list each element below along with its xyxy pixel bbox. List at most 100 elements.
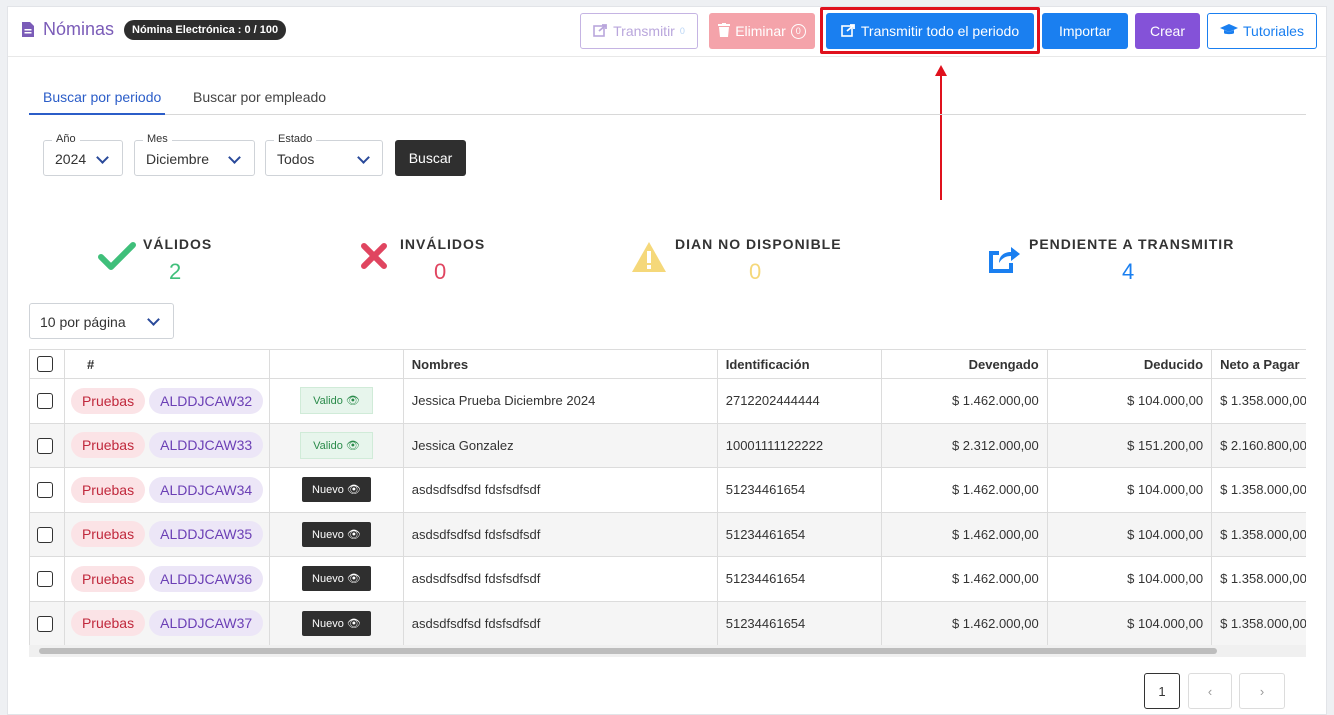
deducted-amount: $ 104.000,00 [1046,600,1213,645]
payroll-code[interactable]: ALDDJCAW35 [149,521,264,548]
row-checkbox[interactable] [37,571,53,588]
column-header-number: # [63,349,271,379]
chevron-down-icon [228,151,241,164]
page-title-text: Nóminas [43,19,115,39]
stat-invalid-label: INVÁLIDOS [400,236,486,252]
month-select[interactable]: Mes Diciembre [134,133,255,176]
table-row: Pruebas ALDDJCAW37 Nuevo 👁︎ asdsdfsdfsd f… [29,600,1306,645]
page-title: Nóminas [21,19,114,40]
x-icon [361,243,387,274]
document-icon [21,21,35,38]
month-value: Diciembre [146,151,210,167]
status-text: Valido [313,439,343,452]
select-all-checkbox[interactable] [37,356,53,373]
tutorials-label: Tutoriales [1243,23,1304,39]
annotation-arrow-head [935,65,947,76]
status-badge[interactable]: Valido 👁︎ [300,431,373,459]
payroll-code[interactable]: ALDDJCAW36 [149,565,264,592]
year-select[interactable]: Año 2024 [43,133,123,176]
row-checkbox[interactable] [37,615,53,632]
net-amount: $ 1.358.000,00 [1211,511,1306,557]
payroll-code[interactable]: ALDDJCAW33 [149,432,264,459]
environment-badge: Pruebas [70,476,146,503]
deducted-amount: $ 151.200,00 [1046,422,1213,468]
environment-badge: Pruebas [70,387,146,414]
accrued-amount: $ 1.462.000,00 [881,378,1048,424]
status-badge[interactable]: Valido 👁︎ [300,387,373,415]
environment-badge: Pruebas [70,521,146,548]
eye-icon: 👁︎ [345,439,360,452]
status-text: Nuevo [312,528,344,541]
table-row: Pruebas ALDDJCAW34 Nuevo 👁︎ asdsdfsdfsd f… [29,467,1306,513]
previous-page-button[interactable]: ‹ [1188,673,1232,709]
trash-icon [718,22,731,40]
stat-pending-label: PENDIENTE A TRANSMITIR [1029,236,1235,252]
eye-icon: 👁︎ [346,528,361,541]
tab-divider [29,114,1306,115]
tutorials-button[interactable]: Tutoriales [1207,13,1317,49]
create-button[interactable]: Crear [1135,13,1200,49]
stat-invalid-value: 0 [434,259,447,284]
state-select[interactable]: Estado Todos [265,133,383,176]
status-text: Nuevo [312,617,344,630]
tab-search-by-employee[interactable]: Buscar por empleado [193,89,326,105]
table-row: Pruebas ALDDJCAW32 Valido 👁︎ Jessica Prue… [29,378,1306,424]
active-tab-indicator [29,113,165,115]
deducted-amount: $ 104.000,00 [1046,378,1213,424]
status-badge[interactable]: Nuevo 👁︎ [302,477,371,503]
employee-id: 51234461654 [716,600,883,645]
table-row: Pruebas ALDDJCAW33 Valido 👁︎ Jessica Gonz… [29,422,1306,468]
payroll-code[interactable]: ALDDJCAW34 [149,476,264,503]
share-icon [593,23,608,40]
environment-badge: Pruebas [70,432,146,459]
import-button[interactable]: Importar [1042,13,1128,49]
status-badge[interactable]: Nuevo 👁︎ [302,521,371,547]
employee-name: Jessica Gonzalez [402,422,718,468]
transmit-button[interactable]: Transmitir 0 [580,13,698,49]
page-button-1[interactable]: 1 [1144,673,1180,709]
status-text: Nuevo [312,573,344,586]
employee-name: asdsdfsdfsd fdsfsdfsdf [402,600,718,645]
next-page-button[interactable]: › [1239,673,1285,709]
payroll-code[interactable]: ALDDJCAW37 [149,610,264,637]
payroll-code[interactable]: ALDDJCAW32 [149,387,264,414]
row-checkbox[interactable] [37,393,53,410]
row-checkbox[interactable] [37,482,53,499]
row-checkbox[interactable] [37,437,53,454]
deducted-amount: $ 104.000,00 [1046,511,1213,557]
row-checkbox[interactable] [37,526,53,543]
accrued-amount: $ 1.462.000,00 [881,467,1048,513]
highlight-box [820,7,1040,54]
horizontal-scrollbar[interactable] [29,645,1306,657]
employee-name: asdsdfsdfsd fdsfsdfsdf [402,467,718,513]
delete-button[interactable]: Eliminar 0 [709,13,815,49]
net-amount: $ 1.358.000,00 [1211,467,1306,513]
column-header-accrued: Devengado [881,349,1048,379]
accrued-amount: $ 1.462.000,00 [881,556,1048,602]
tab-search-by-period[interactable]: Buscar por periodo [43,89,161,105]
table-row: Pruebas ALDDJCAW35 Nuevo 👁︎ asdsdfsdfsd f… [29,511,1306,557]
select-all-header [29,349,65,379]
per-page-select[interactable]: 10 por página [29,303,174,339]
scrollbar-thumb[interactable] [39,648,1217,654]
payroll-quota-badge: Nómina Electrónica : 0 / 100 [124,20,287,40]
net-amount: $ 1.358.000,00 [1211,378,1306,424]
stat-pending-value: 4 [1122,259,1135,284]
warning-icon [631,241,667,278]
environment-badge: Pruebas [70,610,146,637]
search-button[interactable]: Buscar [395,140,466,176]
status-badge[interactable]: Nuevo 👁︎ [302,566,371,592]
net-amount: $ 1.358.000,00 [1211,600,1306,645]
environment-badge: Pruebas [70,565,146,592]
payroll-table: # Nombres Identificación Devengado Deduc… [29,349,1306,645]
net-amount: $ 2.160.800,00 [1211,422,1306,468]
employee-id: 51234461654 [716,556,883,602]
status-badge[interactable]: Nuevo 👁︎ [302,610,371,636]
employee-id: 51234461654 [716,511,883,557]
status-text: Nuevo [312,484,344,497]
accrued-amount: $ 2.312.000,00 [881,422,1048,468]
state-value: Todos [277,151,315,167]
payroll-card: Nóminas Nómina Electrónica : 0 / 100 Tra… [7,6,1327,715]
delete-count: 0 [790,23,806,39]
column-header-net-pay: Neto a Pagar [1211,349,1306,379]
